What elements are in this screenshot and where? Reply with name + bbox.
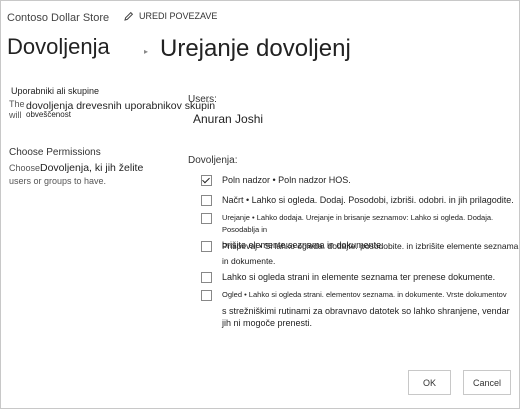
edit-links[interactable]: UREDI POVEZAVE: [124, 11, 217, 21]
page-title: Urejanje dovoljenj: [160, 35, 351, 62]
users-value: Anuran Joshi: [193, 112, 264, 126]
breadcrumb-separator-icon: ▸: [144, 47, 149, 56]
users-desc-suffix: obveščenost: [26, 110, 71, 119]
permission-item-view[interactable]: Ogled • Lahko si ogleda strani. elemento…: [201, 289, 510, 329]
permission-item-design[interactable]: Načrt • Lahko si ogleda. Dodaj. Posodobi…: [201, 194, 514, 206]
permission-text: Ogled • Lahko si ogleda strani. elemento…: [222, 290, 507, 299]
permission-item-contribute[interactable]: Prispevaj • Si lahko ogleda. dodajte. po…: [201, 240, 518, 267]
permission-checkbox[interactable]: [201, 175, 212, 186]
permission-text: Prispevaj • Si lahko ogleda. dodajte. po…: [222, 241, 519, 251]
breadcrumb-root[interactable]: Dovoljenja: [7, 34, 110, 60]
users-label: Users:: [188, 94, 217, 105]
permissions-desc-main: Dovoljenja, ki jih želite: [40, 162, 144, 174]
permission-text-line3: jih ni mogoče prenesti.: [222, 318, 313, 328]
permissions-desc-line2: users or groups to have.: [9, 176, 107, 186]
permissions-desc-choose: Choose: [9, 163, 41, 173]
edit-links-label: UREDI POVEZAVE: [139, 11, 218, 21]
permission-checkbox[interactable]: [201, 213, 212, 224]
users-desc-will: will: [9, 110, 22, 120]
permission-item-read[interactable]: Lahko si ogleda strani in elemente sezna…: [201, 271, 495, 283]
users-section-title: Uporabniki ali skupine: [11, 86, 100, 96]
users-desc-prefix: The: [9, 99, 25, 109]
pencil-icon: [124, 11, 134, 21]
permissions-label: Dovoljenja:: [188, 155, 238, 166]
permissions-section-title: Choose Permissions: [9, 147, 101, 158]
permission-checkbox[interactable]: [201, 195, 212, 206]
permission-text: Lahko si ogleda strani in elemente sezna…: [222, 272, 496, 282]
site-title[interactable]: Contoso Dollar Store: [7, 12, 109, 24]
permission-checkbox[interactable]: [201, 241, 212, 252]
permission-text: Urejanje • Lahko dodaja. Urejanje in bri…: [222, 213, 494, 234]
permission-checkbox[interactable]: [201, 272, 212, 283]
cancel-button[interactable]: Cancel: [463, 370, 511, 395]
permission-text-line2: s strežniškimi rutinami za obravnavo dat…: [222, 306, 510, 316]
permission-text: Poln nadzor • Poln nadzor HOS.: [222, 175, 351, 185]
permission-text: Načrt • Lahko si ogleda. Dodaj. Posodobi…: [222, 195, 514, 205]
ok-button[interactable]: OK: [408, 370, 451, 395]
permission-checkbox[interactable]: [201, 290, 212, 301]
permission-item-full-control[interactable]: Poln nadzor • Poln nadzor HOS.: [201, 174, 351, 186]
permission-text-line2: in dokumente.: [222, 256, 276, 266]
